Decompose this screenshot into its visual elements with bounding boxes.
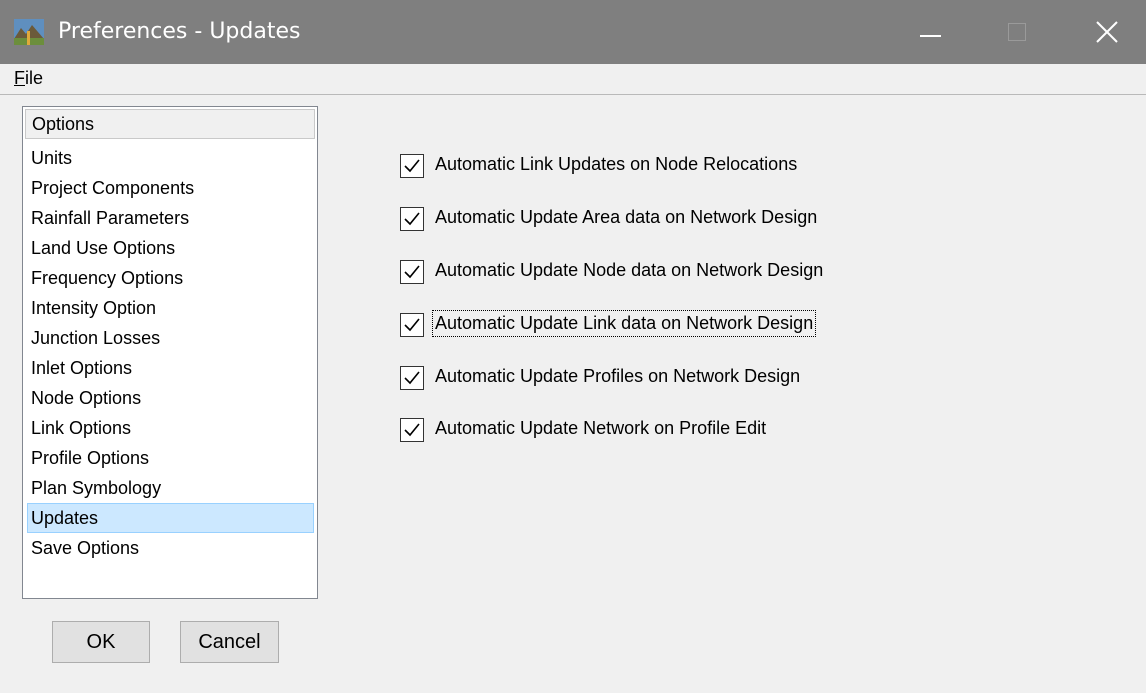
checkbox-label: Automatic Update Area data on Network De… — [435, 207, 818, 227]
checkbox-checked[interactable] — [400, 366, 424, 390]
list-item-rainfall-parameters[interactable]: Rainfall Parameters — [27, 203, 314, 233]
list-item-node-options[interactable]: Node Options — [27, 383, 314, 413]
minimize-icon[interactable] — [900, 0, 960, 64]
checkbox-label: Automatic Update Network on Profile Edit — [435, 418, 767, 438]
landscape-app-icon — [14, 19, 44, 45]
checkbox-checked[interactable] — [400, 313, 424, 337]
menu-file[interactable]: File — [14, 68, 43, 89]
menu-file-label: ile — [25, 68, 44, 88]
checkmark-icon — [404, 159, 420, 173]
checkmark-icon — [404, 423, 420, 437]
list-item-updates[interactable]: Updates — [27, 503, 314, 533]
cancel-button[interactable]: Cancel — [180, 621, 279, 663]
menu-bar: File — [0, 64, 1146, 95]
options-header-label: Options — [32, 114, 95, 134]
list-item-units[interactable]: Units — [27, 143, 314, 173]
list-item-link-options[interactable]: Link Options — [27, 413, 314, 443]
close-icon — [1096, 21, 1118, 43]
checkbox-label: Automatic Update Profiles on Network Des… — [435, 366, 801, 386]
checkbox-label: Automatic Update Node data on Network De… — [435, 260, 824, 280]
list-item-junction-losses[interactable]: Junction Losses — [27, 323, 314, 353]
close-button[interactable] — [1076, 0, 1136, 64]
list-item-save-options[interactable]: Save Options — [27, 533, 314, 563]
options-listbox[interactable]: Options Units Project Components Rainfal… — [22, 106, 318, 599]
checkbox-checked[interactable] — [400, 418, 424, 442]
checkbox-checked[interactable] — [400, 154, 424, 178]
list-item-profile-options[interactable]: Profile Options — [27, 443, 314, 473]
checkmark-icon — [404, 212, 420, 226]
list-item-intensity-option[interactable]: Intensity Option — [27, 293, 314, 323]
checkmark-icon — [404, 265, 420, 279]
list-item-plan-symbology[interactable]: Plan Symbology — [27, 473, 314, 503]
list-item-project-components[interactable]: Project Components — [27, 173, 314, 203]
title-bar[interactable]: Preferences - Updates — [0, 0, 1146, 64]
window-title: Preferences - Updates — [58, 19, 301, 44]
list-item-inlet-options[interactable]: Inlet Options — [27, 353, 314, 383]
checkbox-label: Automatic Link Updates on Node Relocatio… — [435, 154, 798, 174]
checkbox-checked[interactable] — [400, 207, 424, 231]
options-list-header[interactable]: Options — [25, 109, 315, 139]
checkmark-icon — [404, 318, 420, 332]
menu-file-accelerator: F — [14, 68, 25, 88]
checkmark-icon — [404, 371, 420, 385]
list-item-land-use-options[interactable]: Land Use Options — [27, 233, 314, 263]
maximize-icon[interactable] — [990, 0, 1050, 64]
ok-button[interactable]: OK — [52, 621, 150, 663]
list-item-frequency-options[interactable]: Frequency Options — [27, 263, 314, 293]
checkbox-checked[interactable] — [400, 260, 424, 284]
checkbox-label-focused: Automatic Update Link data on Network De… — [431, 310, 817, 337]
